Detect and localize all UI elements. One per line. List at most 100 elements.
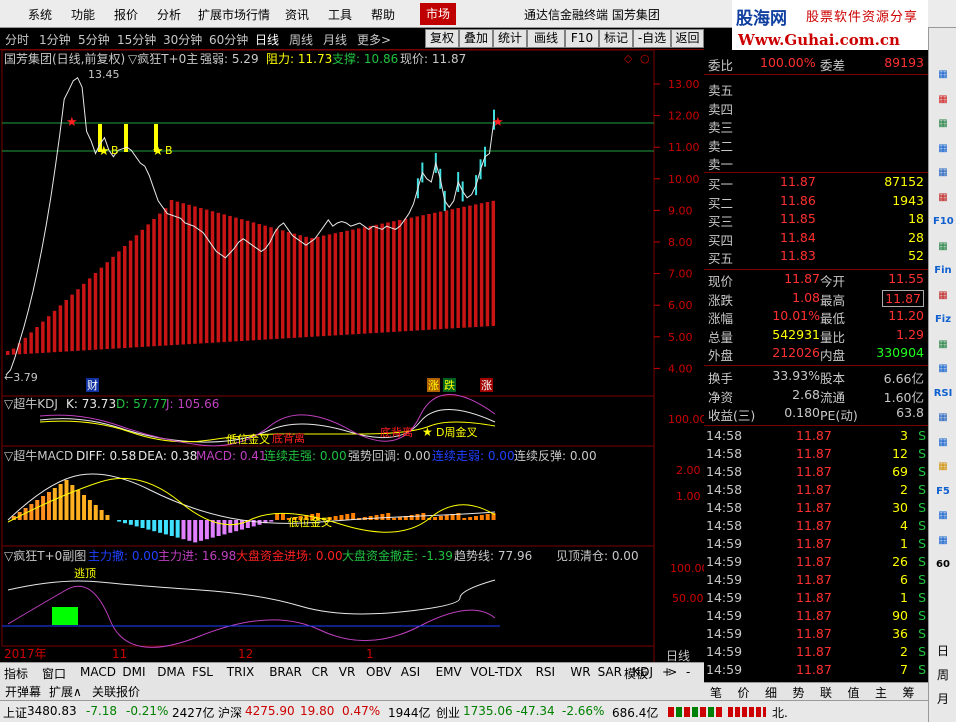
t0-label: ▽疯狂T+0副图 (4, 548, 86, 563)
menu-tools[interactable]: 工具 (328, 6, 352, 23)
indicator-tab-2[interactable]: MACD (80, 665, 116, 679)
period-2[interactable]: 月 (933, 690, 953, 708)
period-fenshi[interactable]: 分时 (5, 31, 29, 48)
mark-button[interactable]: 标记 (599, 29, 633, 48)
line-icon[interactable]: ▦ (933, 164, 953, 182)
macd-tick-1: 2.00 (676, 464, 701, 477)
table2-icon[interactable]: ▦ (933, 360, 953, 378)
stats-button[interactable]: 统计 (493, 29, 527, 48)
quote-tab-6[interactable]: 主 (875, 684, 887, 701)
circle-icon[interactable]: ○ (640, 52, 650, 65)
fin-icon[interactable]: Fin (933, 262, 953, 280)
menu-help[interactable]: 帮助 (371, 6, 395, 23)
mag-icon[interactable]: ▦ (933, 287, 953, 305)
stat-row: 涨幅 10.01% 最低 11.20 (704, 308, 928, 326)
export-icon[interactable]: ▦ (933, 507, 953, 525)
rsi-icon[interactable]: RSI (933, 385, 953, 403)
kline-icon[interactable]: ▦ (933, 115, 953, 133)
indicator-tab-15[interactable]: WR (570, 665, 590, 679)
pen-icon[interactable]: ▦ (933, 458, 953, 476)
indicator-tab-11[interactable]: ASI (401, 665, 420, 679)
indicator-tab-20[interactable]: + (662, 665, 672, 679)
indicator-tab-19[interactable]: 模板 (624, 665, 648, 682)
quote-tab-3[interactable]: 势 (793, 684, 805, 701)
move-icon[interactable]: ▦ (933, 434, 953, 452)
indicator-tab-5[interactable]: FSL (192, 665, 213, 679)
tick-time: 14:58 (706, 482, 743, 497)
indicator-tab-16[interactable]: SAR (598, 665, 622, 679)
menu-analysis[interactable]: 分析 (157, 6, 181, 23)
num-icon[interactable]: 60 (933, 556, 953, 574)
related-quote-button[interactable]: 关联报价 (92, 683, 140, 700)
indicator-tab-6[interactable]: TRIX (227, 665, 254, 679)
f10-button[interactable]: F10 (565, 29, 599, 48)
period-60min[interactable]: 60分钟 (209, 31, 248, 48)
volume-bar (146, 224, 150, 347)
fiz-icon[interactable]: Fiz (933, 311, 953, 329)
volume-bar (263, 225, 267, 340)
add-watch-button[interactable]: -自选 (633, 29, 671, 48)
indicator-tab-9[interactable]: VR (339, 665, 356, 679)
indicator-tab-3[interactable]: DMI (122, 665, 145, 679)
quote-tab-0[interactable]: 笔 (710, 684, 722, 701)
indicator-tab-1[interactable]: 窗口 (42, 665, 66, 682)
cy-change: -47.34 (516, 704, 555, 718)
f10-icon[interactable]: F10 (933, 213, 954, 231)
menu-system[interactable]: 系统 (28, 6, 52, 23)
tick-row: 14:58 11.87 12 S (704, 446, 928, 464)
table-icon[interactable]: ▦ (933, 140, 953, 158)
indicator-tab-8[interactable]: CR (312, 665, 329, 679)
menu-quote[interactable]: 报价 (114, 6, 138, 23)
period-weekly[interactable]: 周线 (289, 31, 313, 48)
period-0[interactable]: 日 (933, 642, 953, 660)
fuquan-button[interactable]: 复权 (425, 29, 459, 48)
quote-tab-5[interactable]: 值 (848, 684, 860, 701)
market-button[interactable]: 市场 (420, 3, 456, 25)
period-monthly[interactable]: 月线 (323, 31, 347, 48)
period-1[interactable]: 周 (933, 666, 953, 684)
indicator-tab-0[interactable]: 指标 (4, 665, 28, 682)
macd-bar (240, 520, 244, 530)
stock-chart[interactable]: 13.0012.0011.0010.009.008.007.006.005.00… (0, 50, 704, 662)
list-icon[interactable]: ▦ (933, 91, 953, 109)
quote-tab-7[interactable]: 筹 (903, 684, 915, 701)
indicator-tab-21[interactable]: - (686, 665, 690, 679)
zhang-label: 涨 (428, 379, 439, 392)
indicator-tab-4[interactable]: DMA (157, 665, 185, 679)
indicator-tab-10[interactable]: OBV (366, 665, 392, 679)
volume-bar (23, 337, 28, 354)
indicator-tab-13[interactable]: VOL-TDX (470, 665, 522, 679)
period-15min[interactable]: 15分钟 (117, 31, 156, 48)
draw-button[interactable]: 画线 (527, 29, 565, 48)
period-1min[interactable]: 1分钟 (39, 31, 71, 48)
overlay-button[interactable]: 叠加 (459, 29, 493, 48)
price-tick: 4.00 (668, 362, 693, 375)
f5-icon[interactable]: F5 (933, 483, 953, 501)
back-button[interactable]: 返回 (671, 29, 704, 48)
indicator-tab-7[interactable]: BRAR (269, 665, 302, 679)
menu-function[interactable]: 功能 (71, 6, 95, 23)
quote-tab-2[interactable]: 细 (765, 684, 777, 701)
danmu-button[interactable]: 开弹幕 (5, 683, 41, 700)
period-more[interactable]: 更多> (357, 31, 391, 48)
indicator-tab-12[interactable]: EMV (436, 665, 462, 679)
tick-side: S (918, 446, 926, 461)
menu-ext-market[interactable]: 扩展市场行情 (198, 6, 270, 23)
menu-info[interactable]: 资讯 (285, 6, 309, 23)
search-icon[interactable]: ▦ (933, 336, 953, 354)
scale-icon[interactable]: ▦ (933, 409, 953, 427)
diamond-icon[interactable]: ◇ (624, 52, 633, 65)
expand-button[interactable]: 扩展∧ (49, 683, 82, 700)
star-icon: ★ (492, 115, 504, 130)
period-30min[interactable]: 30分钟 (163, 31, 202, 48)
circle-icon[interactable]: ▦ (933, 532, 953, 550)
quote-tab-4[interactable]: 联 (820, 684, 832, 701)
tick-time: 14:58 (706, 500, 743, 515)
bars-icon[interactable]: ▦ (933, 189, 953, 207)
indicator-tab-14[interactable]: RSI (536, 665, 556, 679)
grid-icon[interactable]: ▦ (933, 238, 953, 256)
period-5min[interactable]: 5分钟 (78, 31, 110, 48)
chart-icon[interactable]: ▦ (933, 66, 953, 84)
quote-tab-1[interactable]: 价 (738, 684, 750, 701)
period-daily[interactable]: 日线 (255, 31, 279, 48)
